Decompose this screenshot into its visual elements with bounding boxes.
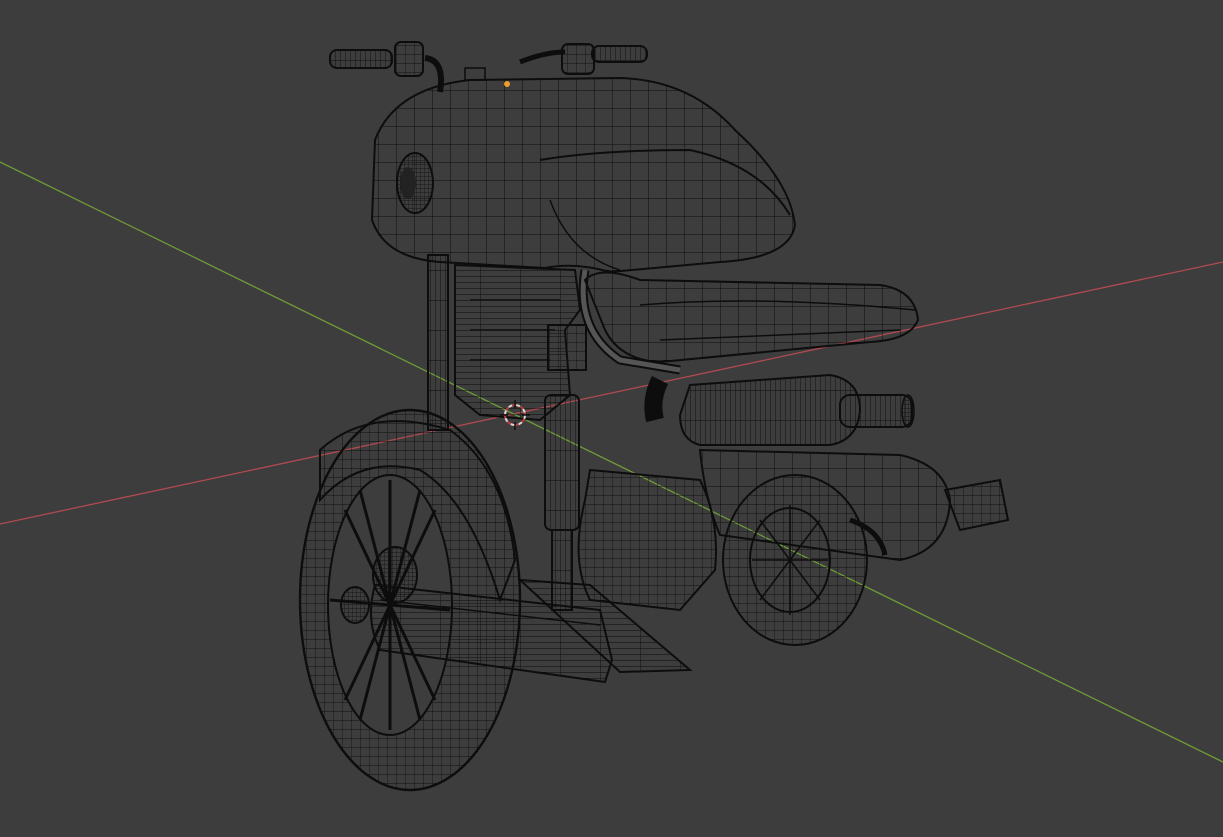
viewport-canvas[interactable] xyxy=(0,0,1223,837)
motorcycle-mesh[interactable] xyxy=(298,41,1010,792)
object-origin-icon xyxy=(504,81,510,87)
shock-absorber[interactable] xyxy=(544,394,580,611)
3d-viewport[interactable] xyxy=(0,0,1223,837)
exhaust-muffler[interactable] xyxy=(644,373,915,446)
crankcase[interactable] xyxy=(577,468,717,612)
fuel-tank[interactable] xyxy=(370,76,797,274)
front-fork[interactable] xyxy=(427,254,449,431)
seat[interactable] xyxy=(583,271,920,364)
